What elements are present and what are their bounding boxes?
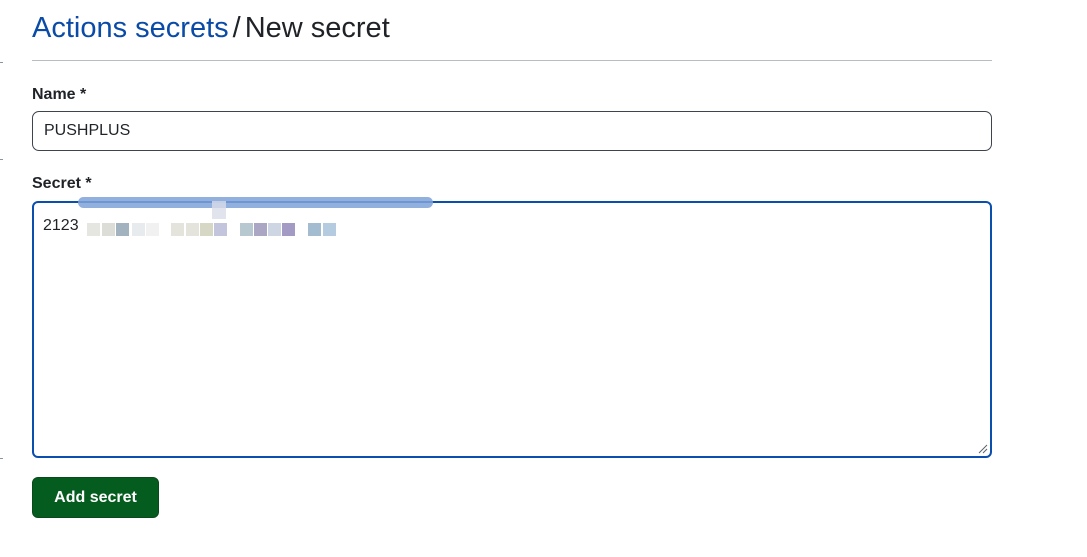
redaction-mosaic-block	[268, 223, 281, 236]
edge-marker	[0, 458, 3, 459]
breadcrumb-separator: /	[232, 12, 241, 44]
redaction-mosaic-block	[102, 223, 115, 236]
redaction-mosaic-block	[116, 223, 129, 236]
redaction-mosaic-block	[254, 223, 267, 236]
redaction-mosaic-block	[323, 223, 336, 236]
secret-name-input[interactable]	[32, 111, 992, 151]
redaction-mosaic-block	[214, 223, 227, 236]
title-divider	[32, 60, 992, 61]
new-secret-page: Actions secrets/New secret Name * Secret…	[0, 0, 1087, 557]
edge-marker	[0, 159, 3, 160]
redaction-mosaic-block	[132, 223, 145, 236]
redaction-mosaic-block	[282, 223, 295, 236]
resize-grip-icon[interactable]	[978, 444, 988, 454]
redaction-mosaic-block	[146, 223, 159, 236]
secret-visible-text: 2123	[43, 217, 79, 234]
secret-label: Secret *	[32, 175, 92, 192]
secret-value-textarea[interactable]: 2123	[32, 197, 992, 458]
redaction-mosaic-block	[171, 223, 184, 236]
redaction-mosaic-block	[87, 223, 100, 236]
page-title: Actions secrets / New secret	[32, 8, 390, 48]
edge-marker	[0, 62, 3, 63]
name-label: Name *	[32, 86, 87, 103]
redaction-mosaic-block	[200, 223, 213, 236]
redaction-brush-drip	[212, 201, 226, 219]
redaction-mosaic-block	[186, 223, 199, 236]
breadcrumb-actions-secrets-link[interactable]: Actions secrets	[32, 12, 229, 44]
breadcrumb-current: New secret	[244, 12, 390, 44]
redaction-mosaic-block	[240, 223, 253, 236]
redaction-mosaic-block	[308, 223, 321, 236]
add-secret-button[interactable]: Add secret	[32, 477, 159, 518]
redaction-brush-stroke	[78, 197, 433, 208]
